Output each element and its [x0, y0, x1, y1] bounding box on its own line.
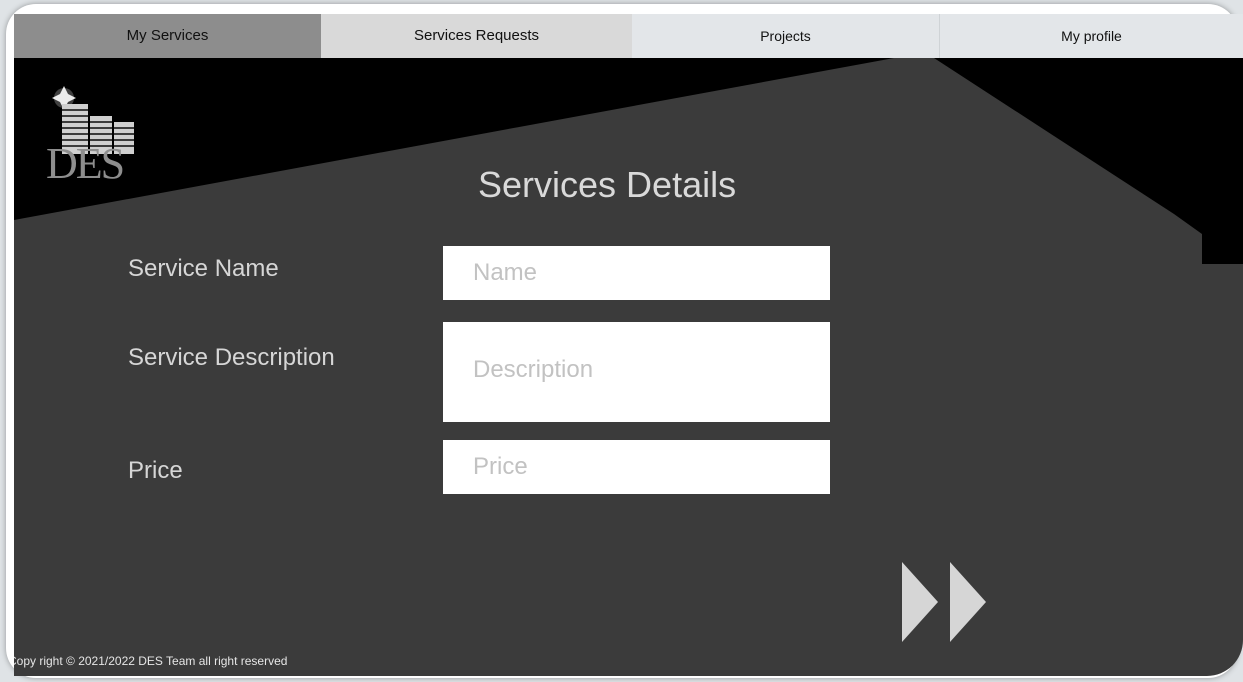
tab-my-services[interactable]: My Services — [14, 14, 321, 58]
price-label: Price — [128, 457, 183, 484]
service-name-label: Service Name — [128, 255, 279, 282]
copyright-text: Copy right © 2021/2022 DES Team all righ… — [14, 654, 288, 668]
tab-my-profile[interactable]: My profile — [940, 14, 1243, 58]
logo-text: DES — [46, 139, 125, 188]
service-name-input[interactable] — [443, 246, 830, 300]
price-input[interactable] — [443, 440, 830, 494]
tab-bar: My Services Services Requests Projects M… — [14, 14, 1243, 58]
dark-band-right — [934, 58, 1243, 264]
tab-projects[interactable]: Projects — [632, 14, 940, 58]
service-description-label: Service Description — [128, 344, 335, 371]
app-screen: My Services Services Requests Projects M… — [14, 14, 1243, 676]
double-chevron-right-icon[interactable] — [898, 558, 988, 646]
tab-services-requests[interactable]: Services Requests — [321, 14, 632, 58]
page-title: Services Details — [478, 164, 737, 205]
service-description-input[interactable] — [443, 322, 830, 422]
